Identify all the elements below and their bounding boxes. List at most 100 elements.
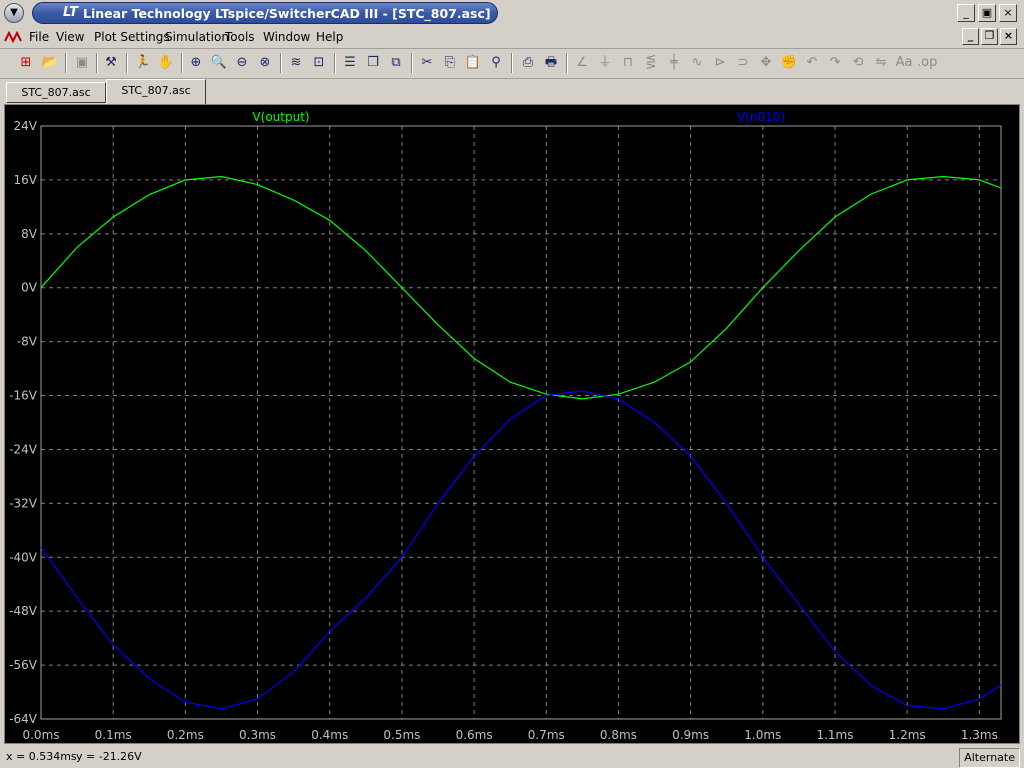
label-net-icon[interactable]: ⊓ — [618, 53, 638, 73]
close-button[interactable]: × — [999, 4, 1017, 22]
drag-icon[interactable]: ✊ — [779, 53, 799, 73]
tab-waveform[interactable]: STC_807.asc — [106, 79, 206, 104]
cursor-y-readout: y = -21.26V — [76, 750, 142, 763]
save-icon[interactable]: ▣ — [72, 53, 92, 73]
zoom-in-icon[interactable]: ⊕ — [186, 53, 206, 73]
paste-icon[interactable]: 📋 — [463, 53, 483, 73]
capacitor-icon[interactable]: ╪ — [664, 53, 684, 73]
y-tick-label: -24V — [9, 442, 38, 456]
menu-view[interactable]: View — [56, 30, 84, 44]
title-bar: ▼ LT Linear Technology LTspice/SwitcherC… — [0, 0, 1024, 26]
zoom-cancel-icon[interactable]: ⊗ — [255, 53, 275, 73]
y-tick-label: -16V — [9, 389, 38, 403]
exact-scale-icon[interactable]: ⊡ — [309, 53, 329, 73]
diode-icon[interactable]: ⊳ — [710, 53, 730, 73]
toolbar-separator — [334, 53, 336, 73]
menu-tools[interactable]: Tools — [225, 30, 255, 44]
inductor-icon[interactable]: ∿ — [687, 53, 707, 73]
copy-icon[interactable]: ⎘ — [440, 53, 460, 73]
spice-directive-icon[interactable]: .op — [917, 53, 937, 73]
print-setup-icon[interactable]: ⎙ — [518, 53, 538, 73]
window-title: Linear Technology LTspice/SwitcherCAD II… — [83, 6, 491, 21]
waveform-app-icon — [4, 30, 22, 44]
ground-icon[interactable]: ⏚ — [595, 53, 615, 73]
x-tick-label: 0.8ms — [600, 728, 637, 742]
y-tick-label: -64V — [9, 712, 38, 726]
x-tick-label: 0.4ms — [311, 728, 348, 742]
x-tick-label: 0.0ms — [22, 728, 59, 742]
toolbar: ⊞ 📂 ▣ ⚒ 🏃 ✋ ⊕ 🔍 ⊖ ⊗ ≋ ⊡ ☰ ❐ ⧉ ✂ ⎘ 📋 ⚲ ⎙ … — [0, 49, 1024, 79]
mdi-minimize-button[interactable]: _ — [962, 28, 979, 45]
menu-help[interactable]: Help — [316, 30, 343, 44]
x-tick-label: 0.5ms — [383, 728, 420, 742]
toolbar-separator — [566, 53, 568, 73]
pan-icon[interactable]: 🔍 — [209, 53, 229, 73]
mirror-icon[interactable]: ⇋ — [871, 53, 891, 73]
find-icon[interactable]: ⚲ — [486, 53, 506, 73]
cascade-icon[interactable]: ❐ — [363, 53, 383, 73]
toolbar-separator — [181, 53, 183, 73]
new-schematic-icon[interactable]: ⊞ — [16, 53, 36, 73]
mdi-close-button[interactable]: × — [1000, 28, 1017, 45]
menu-plot-settings[interactable]: Plot Settings — [94, 30, 170, 44]
move-icon[interactable]: ✥ — [756, 53, 776, 73]
tab-strip: STC_807.asc STC_807.asc — [0, 79, 1024, 104]
halt-icon[interactable]: ✋ — [156, 53, 176, 73]
waveform-plot-pane[interactable]: 0.0ms 0.1ms 0.2ms 0.3ms 0.4ms 0.5ms 0.6ms 0.7ms… — [4, 104, 1020, 744]
menu-file[interactable]: File — [29, 30, 49, 44]
text-icon[interactable]: Aa — [894, 53, 914, 73]
open-icon[interactable]: 📂 — [40, 53, 60, 73]
tile-vertical-icon[interactable]: ⧉ — [386, 53, 406, 73]
x-tick-label: 0.1ms — [95, 728, 132, 742]
waveform-plot[interactable]: 0.0ms 0.1ms 0.2ms 0.3ms 0.4ms 0.5ms 0.6ms 0.7ms… — [5, 105, 1019, 743]
tab-schematic[interactable]: STC_807.asc — [6, 82, 106, 103]
print-icon[interactable]: 🖶 — [541, 53, 561, 73]
lt-logo-icon: LT — [63, 5, 78, 20]
x-tick-label: 0.6ms — [456, 728, 493, 742]
x-tick-label: 0.3ms — [239, 728, 276, 742]
wire-icon[interactable]: ∠ — [572, 53, 592, 73]
x-tick-label: 0.7ms — [528, 728, 565, 742]
x-tick-label: 1.0ms — [744, 728, 781, 742]
redo-icon[interactable]: ↷ — [825, 53, 845, 73]
y-tick-label: -56V — [9, 658, 38, 672]
tile-horizontal-icon[interactable]: ☰ — [340, 53, 360, 73]
x-tick-label: 1.3ms — [961, 728, 998, 742]
undo-icon[interactable]: ↶ — [802, 53, 822, 73]
trace-label: V(output) — [252, 110, 309, 124]
x-tick-label: 0.9ms — [672, 728, 709, 742]
maximize-button[interactable]: ▣ — [978, 4, 996, 22]
menu-simulation[interactable]: Simulation — [165, 30, 229, 44]
resistor-icon[interactable]: ⋚ — [641, 53, 661, 73]
rotate-icon[interactable]: ⟲ — [848, 53, 868, 73]
mode-indicator: Alternate — [959, 748, 1020, 768]
y-tick-label: -8V — [17, 335, 38, 349]
toolbar-separator — [65, 53, 67, 73]
trace-label: V(n010) — [737, 110, 785, 124]
x-tick-label: 1.1ms — [816, 728, 853, 742]
y-tick-label: -32V — [9, 496, 38, 510]
menu-window[interactable]: Window — [263, 30, 310, 44]
y-tick-label: -40V — [9, 550, 38, 564]
mdi-restore-button[interactable]: ❐ — [981, 28, 998, 45]
autorange-icon[interactable]: ≋ — [286, 53, 306, 73]
minimize-button[interactable]: _ — [957, 4, 975, 22]
status-bar: x = 0.534ms y = -21.26V Alternate — [0, 746, 1024, 768]
y-tick-label: 16V — [14, 173, 38, 187]
window-menu-button[interactable]: ▼ — [4, 3, 24, 23]
toolbar-separator — [280, 53, 282, 73]
y-tick-label: -48V — [9, 604, 38, 618]
x-tick-label: 0.2ms — [167, 728, 204, 742]
cursor-x-readout: x = 0.534ms — [6, 750, 77, 763]
zoom-out-icon[interactable]: ⊖ — [232, 53, 252, 73]
y-tick-label: 24V — [14, 119, 38, 133]
control-panel-icon[interactable]: ⚒ — [101, 53, 121, 73]
toolbar-separator — [411, 53, 413, 73]
title-pill: LT Linear Technology LTspice/SwitcherCAD… — [32, 2, 498, 24]
x-tick-label: 1.2ms — [889, 728, 926, 742]
run-icon[interactable]: 🏃 — [133, 53, 153, 73]
y-tick-label: 8V — [21, 227, 38, 241]
toolbar-separator — [96, 53, 98, 73]
cut-icon[interactable]: ✂ — [417, 53, 437, 73]
component-icon[interactable]: ⊃ — [733, 53, 753, 73]
